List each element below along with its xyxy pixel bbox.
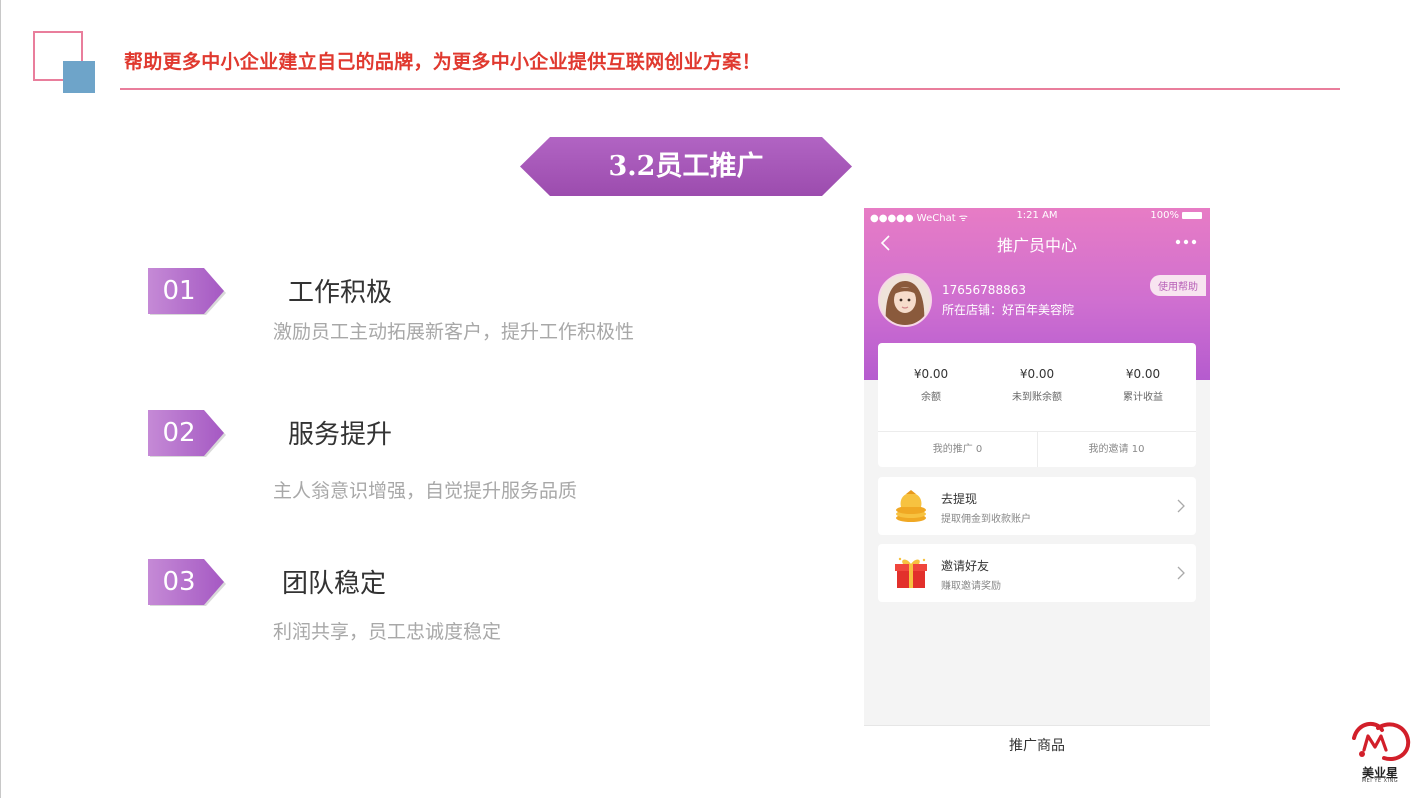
section-title-banner: 3.2员工推广 (520, 137, 852, 196)
chevron-right-icon (1177, 499, 1185, 513)
page-left-border (0, 0, 1, 798)
status-bar: ●●●●● WeChat ᯤ 1:21 AM 100% (864, 208, 1210, 224)
bottom-bar: 推广商品 (864, 725, 1210, 765)
feature-item-3: 03 团队稳定 利润共享，员工忠诚度稳定 (0, 557, 820, 657)
status-battery: 100% (1150, 210, 1202, 221)
phone-screenshot: ●●●●● WeChat ᯤ 1:21 AM 100% 推广员中心 176567… (864, 208, 1210, 765)
battery-percent: 100% (1150, 210, 1179, 221)
feature-desc: 激励员工主动拓展新客户，提升工作积极性 (273, 321, 635, 343)
stat-value: ¥0.00 (1125, 367, 1161, 381)
badge-number: 03 (162, 567, 196, 597)
feature-title: 工作积极 (288, 278, 393, 308)
stat-label: 余额 (921, 392, 941, 403)
user-store: 所在店铺：好百年美容院 (942, 303, 1075, 317)
section-title: 3.2员工推广 (608, 151, 764, 182)
nav-title: 推广员中心 (996, 236, 1077, 255)
feature-item-1: 01 工作积极 激励员工主动拓展新客户，提升工作积极性 (0, 266, 820, 366)
stat-pending-balance: ¥0.00 未到账余额 (984, 367, 1090, 403)
menu-subtitle: 提取佣金到收款账户 (941, 514, 1031, 525)
more-dots-icon[interactable] (1174, 234, 1198, 250)
user-phone-number: 17656788863 (942, 283, 1026, 297)
avatar[interactable] (878, 273, 932, 327)
promote-products-button[interactable]: 推广商品 (864, 726, 1210, 765)
menu-title: 去提现 (941, 492, 978, 506)
tab-my-promotions[interactable]: 我的推广 0 (878, 432, 1037, 467)
brand-logo: 美业星 MEI YE XING (1348, 720, 1412, 788)
stat-label: 未到账余额 (1012, 392, 1062, 403)
menu-invite-friends[interactable]: 邀请好友 赚取邀请奖励 (878, 544, 1196, 602)
feature-item-2: 02 服务提升 主人翁意识增强，自觉提升服务品质 (0, 408, 820, 508)
feature-desc: 主人翁意识增强，自觉提升服务品质 (273, 480, 578, 502)
stat-value: ¥0.00 (913, 367, 949, 381)
menu-subtitle: 赚取邀请奖励 (941, 581, 1001, 592)
number-badge: 03 (148, 559, 228, 607)
feature-title: 团队稳定 (282, 569, 387, 599)
battery-icon (1182, 211, 1202, 219)
avatar-portrait-icon (880, 275, 930, 325)
number-badge: 01 (148, 268, 228, 316)
gift-icon (895, 557, 927, 588)
badge-number: 01 (162, 276, 196, 306)
header-divider (120, 88, 1340, 90)
brand-mark-icon (1352, 721, 1411, 761)
menu-withdraw[interactable]: 去提现 提取佣金到收款账户 (878, 477, 1196, 535)
menu-title: 邀请好友 (941, 559, 990, 573)
stat-balance: ¥0.00 余额 (878, 367, 984, 403)
stats-card: ¥0.00 余额 ¥0.00 未到账余额 ¥0.00 累计收益 我的推广 0 我… (878, 343, 1196, 467)
stat-total-earnings: ¥0.00 累计收益 (1090, 367, 1196, 403)
stat-value: ¥0.00 (1019, 367, 1055, 381)
stat-label: 累计收益 (1123, 392, 1163, 403)
decor-square-fill (63, 61, 95, 93)
coins-icon (896, 490, 926, 522)
brand-subtitle: MEI YE XING (1361, 778, 1399, 784)
header-tagline: 帮助更多中小企业建立自己的品牌，为更多中小企业提供互联网创业方案！ (124, 51, 761, 73)
feature-desc: 利润共享，员工忠诚度稳定 (273, 621, 502, 643)
badge-number: 02 (162, 418, 196, 448)
number-badge: 02 (148, 410, 228, 458)
feature-title: 服务提升 (288, 420, 393, 450)
chevron-right-icon (1177, 566, 1185, 580)
tab-my-invites[interactable]: 我的邀请 10 (1037, 432, 1196, 467)
help-button[interactable]: 使用帮助 (1150, 275, 1206, 296)
